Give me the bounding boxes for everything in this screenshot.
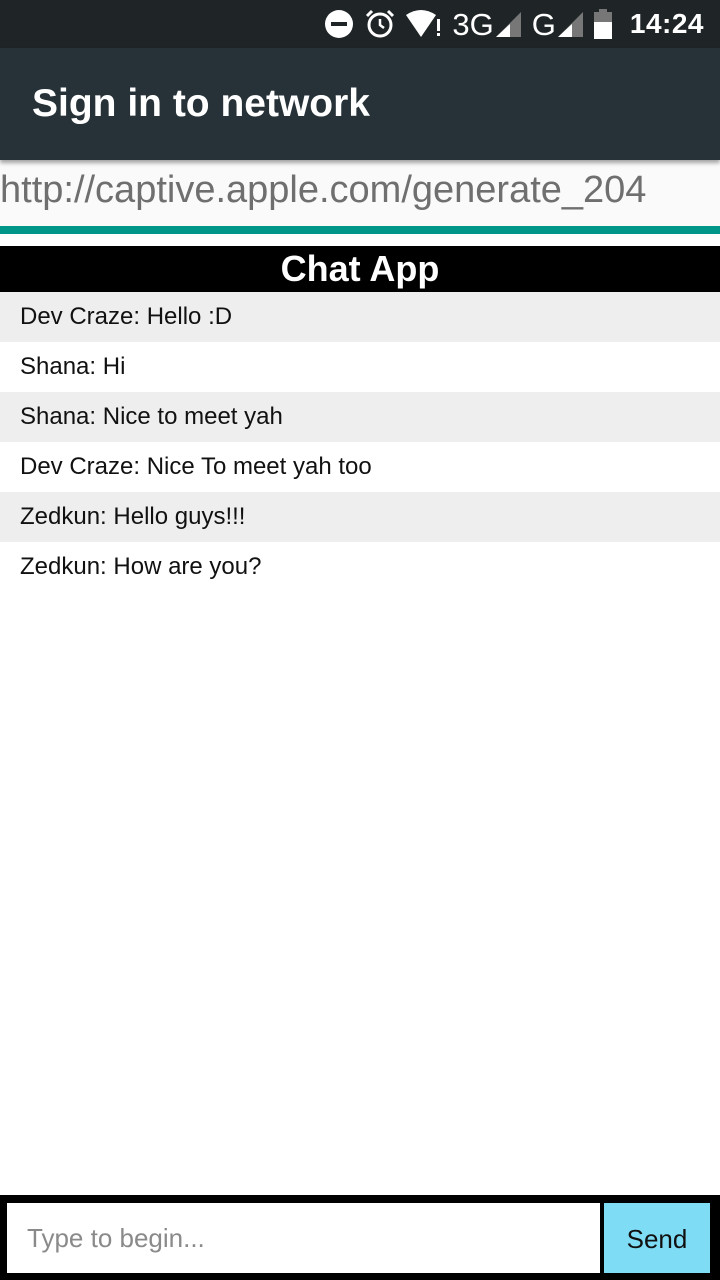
status-icons: 3G G 14:24 <box>324 0 704 48</box>
chat-title: Chat App <box>0 246 720 292</box>
signal-g-icon: G <box>532 9 584 40</box>
page-progress-fill <box>0 226 720 234</box>
status-bar: 3G G 14:24 <box>0 0 720 48</box>
signal-3g-icon: 3G <box>452 9 521 40</box>
message-item: Shana: Hi <box>0 342 720 392</box>
url-text: http://captive.apple.com/generate_204 <box>0 169 647 211</box>
page-title: Sign in to network <box>32 82 370 125</box>
wifi-warning-icon <box>406 9 442 39</box>
message-item: Shana: Nice to meet yah <box>0 392 720 442</box>
dnd-icon <box>324 9 354 39</box>
message-item: Dev Craze: Hello :D <box>0 292 720 342</box>
battery-icon <box>593 9 612 39</box>
send-button[interactable]: Send <box>604 1203 710 1273</box>
network-type-label: G <box>531 6 556 42</box>
message-item: Zedkun: Hello guys!!! <box>0 492 720 542</box>
app-bar: Sign in to network <box>0 48 720 160</box>
url-bar: http://captive.apple.com/generate_204 <box>0 160 720 226</box>
message-composer: Send <box>0 1195 720 1280</box>
page-progress-bar <box>0 226 720 234</box>
message-item: Zedkun: How are you? <box>0 542 720 592</box>
alarm-icon <box>364 8 396 40</box>
status-clock: 14:24 <box>629 8 704 39</box>
network-type-label: 3G <box>452 6 494 42</box>
message-input[interactable] <box>7 1203 600 1273</box>
message-list: Dev Craze: Hello :D Shana: Hi Shana: Nic… <box>0 292 720 592</box>
message-item: Dev Craze: Nice To meet yah too <box>0 442 720 492</box>
